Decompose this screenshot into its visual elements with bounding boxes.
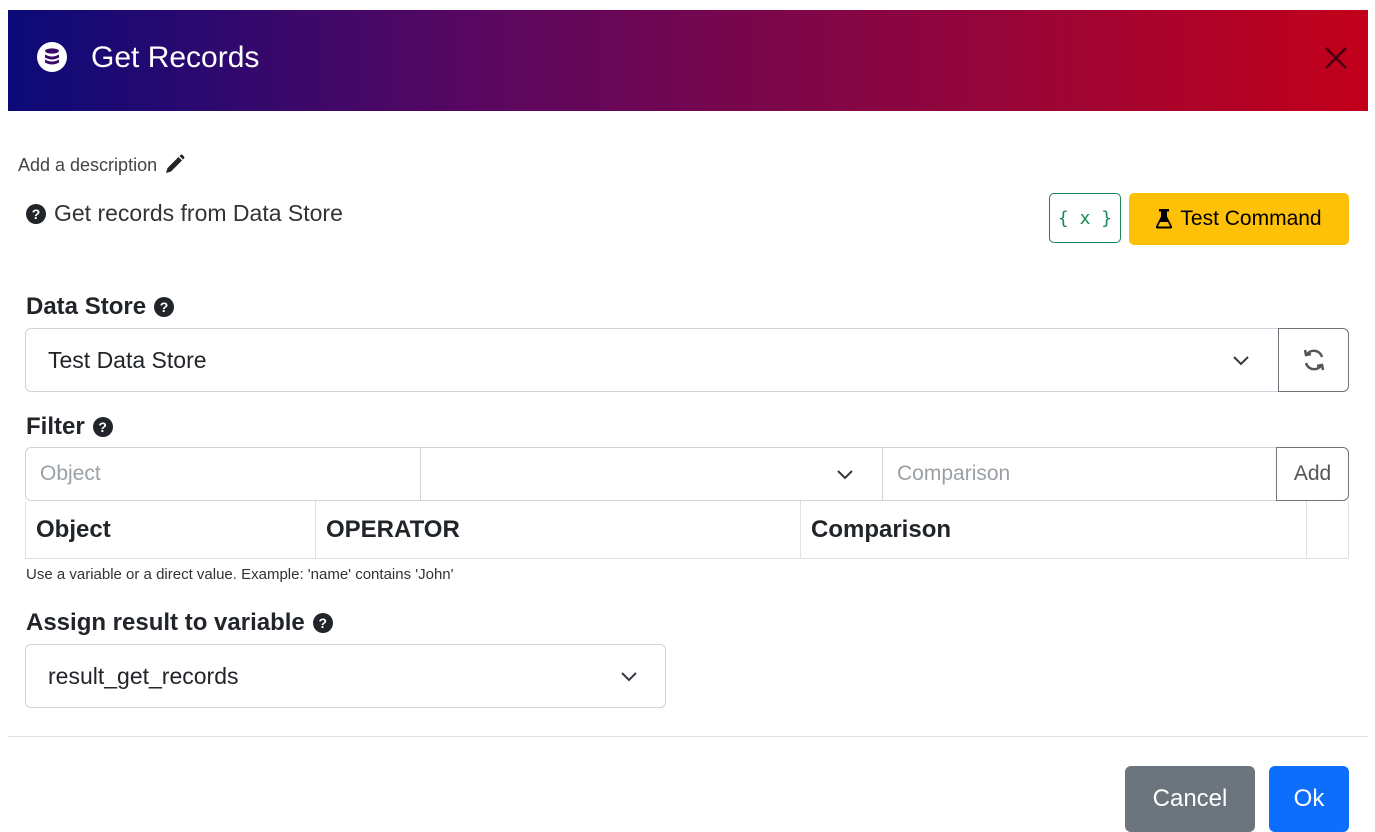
data-store-select[interactable]: Test Data Store	[25, 328, 1279, 392]
database-icon	[37, 42, 67, 72]
variables-button[interactable]: { x }	[1049, 193, 1121, 243]
test-command-label: Test Command	[1180, 207, 1322, 230]
refresh-icon	[1303, 349, 1324, 371]
question-circle-icon[interactable]: ?	[154, 297, 175, 317]
filter-comparison-input[interactable]: Comparison	[882, 447, 1277, 501]
chevron-down-icon	[837, 470, 853, 480]
column-header-comparison: Comparison	[811, 515, 952, 543]
data-store-label: Data Store ?	[26, 293, 175, 321]
column-header-operator: OPERATOR	[326, 515, 460, 543]
dialog-title: Get Records	[91, 41, 260, 74]
assign-variable-label: Assign result to variable ?	[26, 609, 333, 637]
filter-label-text: Filter	[26, 413, 85, 440]
question-circle-icon[interactable]: ?	[92, 417, 113, 437]
dialog-header: Get Records	[8, 10, 1368, 111]
ok-button[interactable]: Ok	[1269, 766, 1349, 832]
column-header-object: Object	[36, 515, 111, 543]
chevron-down-icon	[1233, 356, 1249, 366]
command-help: ? Get records from Data Store	[26, 200, 343, 227]
refresh-data-store-button[interactable]	[1278, 328, 1349, 392]
footer-divider	[8, 736, 1368, 737]
filter-operator-select[interactable]	[420, 447, 883, 501]
cancel-button[interactable]: Cancel	[1125, 766, 1255, 832]
add-filter-button[interactable]: Add	[1276, 447, 1349, 501]
pencil-icon	[166, 154, 185, 173]
filter-table: Object OPERATOR Comparison	[25, 501, 1349, 559]
assign-variable-label-text: Assign result to variable	[26, 609, 305, 636]
flask-icon	[1156, 209, 1173, 229]
question-circle-icon[interactable]: ?	[312, 613, 333, 633]
chevron-down-icon	[621, 672, 637, 682]
add-description-link[interactable]: Add a description	[18, 154, 185, 176]
filter-hint: Use a variable or a direct value. Exampl…	[26, 566, 454, 583]
description-text: Add a description	[18, 154, 158, 175]
result-variable-select[interactable]: result_get_records	[25, 644, 666, 708]
column-divider	[1306, 501, 1307, 558]
data-store-label-text: Data Store	[26, 293, 147, 320]
close-icon[interactable]	[1318, 40, 1354, 76]
help-text: Get records from Data Store	[54, 200, 343, 226]
filter-object-input[interactable]: Object	[25, 447, 421, 501]
test-command-button[interactable]: Test Command	[1129, 193, 1349, 245]
question-circle-icon: ?	[26, 203, 46, 224]
result-variable-value: result_get_records	[48, 662, 239, 689]
filter-label: Filter ?	[26, 413, 113, 441]
data-store-value: Test Data Store	[48, 346, 207, 373]
